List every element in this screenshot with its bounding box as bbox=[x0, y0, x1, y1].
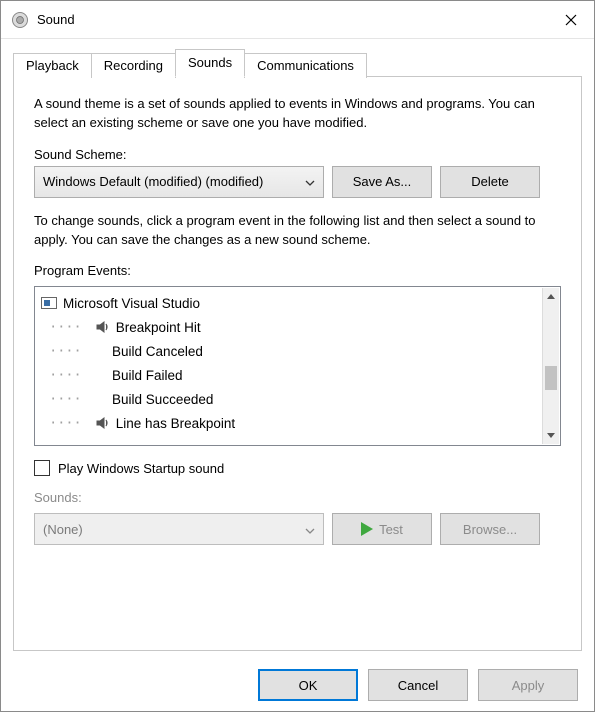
titlebar: Sound bbox=[1, 1, 594, 39]
event-label: Build Succeeded bbox=[112, 392, 213, 407]
events-scrollbar[interactable] bbox=[542, 288, 559, 444]
events-label: Program Events: bbox=[34, 263, 561, 278]
speaker-icon bbox=[96, 417, 110, 429]
chevron-down-icon bbox=[305, 522, 315, 537]
dialog-footer: OK Cancel Apply bbox=[1, 659, 594, 711]
event-label: Build Canceled bbox=[112, 344, 203, 359]
scheme-section: Sound Scheme: Windows Default (modified)… bbox=[34, 147, 561, 198]
event-group-label: Microsoft Visual Studio bbox=[63, 296, 200, 311]
events-section: Program Events: Microsoft Visual Studio … bbox=[34, 263, 561, 446]
event-item[interactable]: ···· Breakpoint Hit bbox=[41, 315, 560, 339]
chevron-down-icon bbox=[305, 174, 315, 189]
test-button: Test bbox=[332, 513, 432, 545]
startup-sound-checkbox[interactable] bbox=[34, 460, 50, 476]
scheme-dropdown[interactable]: Windows Default (modified) (modified) bbox=[34, 166, 324, 198]
sound-app-icon bbox=[11, 11, 29, 29]
theme-description: A sound theme is a set of sounds applied… bbox=[34, 95, 561, 133]
scroll-down-arrow[interactable] bbox=[543, 427, 559, 444]
scroll-up-arrow[interactable] bbox=[543, 288, 559, 305]
event-label: Breakpoint Hit bbox=[116, 320, 201, 335]
event-group[interactable]: Microsoft Visual Studio bbox=[41, 291, 560, 315]
cancel-button[interactable]: Cancel bbox=[368, 669, 468, 701]
ok-button[interactable]: OK bbox=[258, 669, 358, 701]
tabs: Playback Recording Sounds Communications bbox=[1, 39, 594, 77]
startup-sound-label: Play Windows Startup sound bbox=[58, 461, 224, 476]
save-as-button[interactable]: Save As... bbox=[332, 166, 432, 198]
window-title: Sound bbox=[37, 12, 548, 27]
sounds-label: Sounds: bbox=[34, 490, 561, 505]
program-events-list[interactable]: Microsoft Visual Studio ···· Breakpoint … bbox=[34, 286, 561, 446]
sound-file-value: (None) bbox=[43, 522, 83, 537]
close-button[interactable] bbox=[548, 1, 594, 38]
event-item[interactable]: ···· Line has Breakpoint bbox=[41, 411, 560, 435]
sound-file-dropdown: (None) bbox=[34, 513, 324, 545]
scroll-thumb[interactable] bbox=[545, 366, 557, 390]
apply-button: Apply bbox=[478, 669, 578, 701]
browse-button: Browse... bbox=[440, 513, 540, 545]
scheme-label: Sound Scheme: bbox=[34, 147, 561, 162]
event-item[interactable]: ···· Build Canceled bbox=[41, 339, 560, 363]
tab-playback[interactable]: Playback bbox=[13, 53, 92, 78]
tab-communications[interactable]: Communications bbox=[244, 53, 367, 78]
sound-dialog: Sound Playback Recording Sounds Communic… bbox=[0, 0, 595, 712]
tab-panel-wrap: A sound theme is a set of sounds applied… bbox=[1, 77, 594, 659]
event-item[interactable]: ···· Build Succeeded bbox=[41, 387, 560, 411]
speaker-icon bbox=[96, 321, 110, 333]
delete-button[interactable]: Delete bbox=[440, 166, 540, 198]
change-description: To change sounds, click a program event … bbox=[34, 212, 561, 250]
play-icon bbox=[361, 522, 373, 536]
event-label: Build Failed bbox=[112, 368, 183, 383]
startup-sound-checkbox-row: Play Windows Startup sound bbox=[34, 460, 561, 476]
sounds-panel: A sound theme is a set of sounds applied… bbox=[13, 76, 582, 651]
sound-file-section: Sounds: (None) Test Browse... bbox=[34, 490, 561, 545]
tab-sounds[interactable]: Sounds bbox=[175, 49, 245, 77]
tab-recording[interactable]: Recording bbox=[91, 53, 176, 78]
event-item[interactable]: ···· Build Failed bbox=[41, 363, 560, 387]
scheme-value: Windows Default (modified) (modified) bbox=[43, 174, 299, 189]
app-group-icon bbox=[41, 297, 57, 309]
event-label: Line has Breakpoint bbox=[116, 416, 235, 431]
